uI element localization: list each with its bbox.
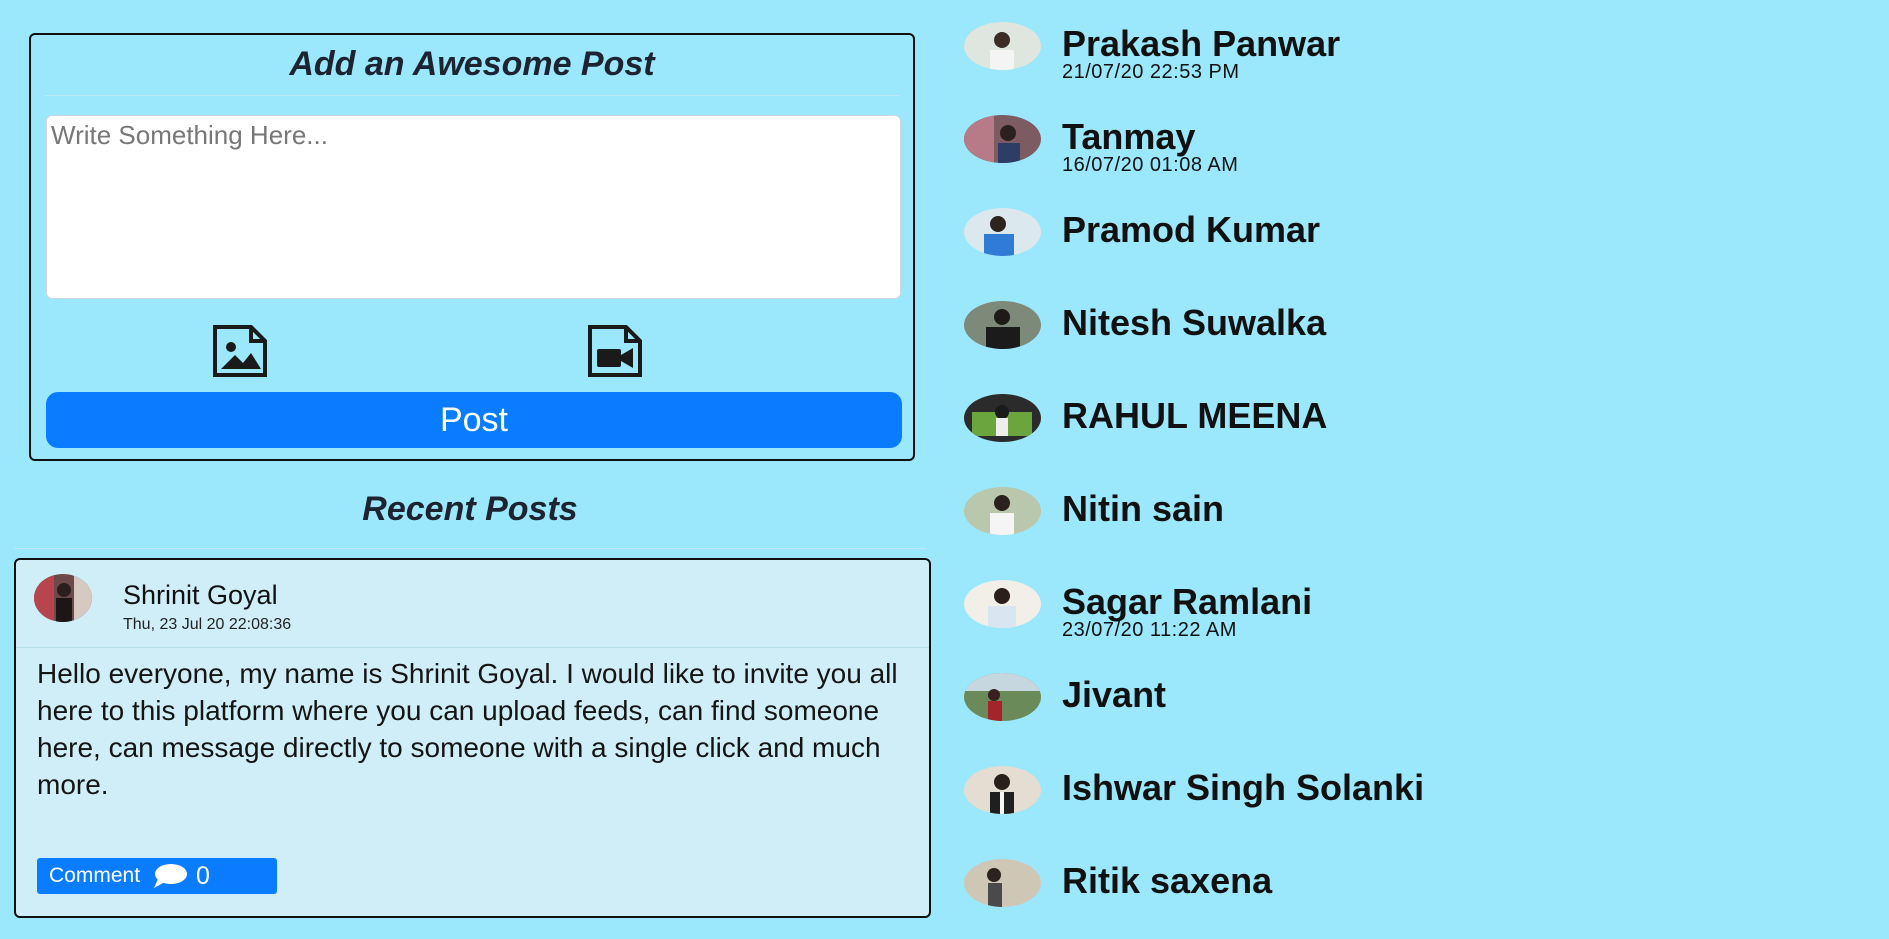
user-last-seen: 16/07/20 01:08 AM [1062, 154, 1239, 176]
user-name: Jivant [1062, 674, 1167, 715]
post-composer: Add an Awesome Post Post [29, 33, 915, 461]
user-item[interactable]: Ishwar Singh Solanki [960, 766, 1560, 846]
video-upload-button[interactable] [584, 325, 646, 377]
avatar [964, 766, 1041, 814]
recent-posts-heading: Recent Posts [362, 490, 578, 528]
avatar [964, 580, 1041, 628]
left-column: Add an Awesome Post Post Recent Posts [0, 0, 940, 918]
avatar [964, 208, 1041, 256]
avatar [964, 487, 1041, 535]
user-last-seen: 23/07/20 11:22 AM [1062, 619, 1237, 641]
divider [16, 647, 929, 648]
post-author[interactable]: Shrinit Goyal [123, 580, 278, 611]
user-list: Prakash Panwar 21/07/20 22:53 PM Tanmay … [960, 0, 1889, 907]
user-name: RAHUL MEENA [1062, 395, 1328, 436]
post-body: Hello everyone, my name is Shrinit Goyal… [37, 658, 898, 800]
user-name: Ishwar Singh Solanki [1062, 767, 1425, 808]
video-file-icon [588, 325, 642, 377]
divider [45, 95, 899, 96]
avatar[interactable] [34, 574, 92, 622]
user-item[interactable]: RAHUL MEENA [960, 394, 1560, 474]
user-item[interactable]: Tanmay 16/07/20 01:08 AM [960, 115, 1560, 195]
user-name: Tanmay [1062, 116, 1196, 157]
user-name: Nitesh Suwalka [1062, 302, 1327, 343]
user-item[interactable]: Pramod Kumar [960, 208, 1560, 288]
user-item[interactable]: Sagar Ramlani 23/07/20 11:22 AM [960, 580, 1560, 660]
comment-button[interactable]: Comment 0 [37, 858, 277, 894]
image-upload-button[interactable] [209, 325, 271, 377]
user-item[interactable]: Nitesh Suwalka [960, 301, 1560, 381]
avatar [964, 115, 1041, 163]
user-name: Nitin sain [1062, 488, 1225, 529]
user-last-seen: 21/07/20 22:53 PM [1062, 61, 1240, 83]
avatar [964, 301, 1041, 349]
avatar [964, 673, 1041, 721]
user-name: Sagar Ramlani [1062, 581, 1313, 622]
composer-title: Add an Awesome Post [289, 45, 655, 83]
image-file-icon [213, 325, 267, 377]
comment-count: 0 [196, 861, 210, 890]
post-card: Shrinit Goyal Thu, 23 Jul 20 22:08:36 He… [14, 558, 931, 918]
comment-label: Comment [49, 864, 141, 887]
user-item[interactable]: Prakash Panwar 21/07/20 22:53 PM [960, 22, 1560, 102]
user-item[interactable]: Ritik saxena [960, 859, 1560, 939]
user-item[interactable]: Nitin sain [960, 487, 1560, 567]
post-text-input[interactable] [46, 115, 901, 299]
user-name: Pramod Kumar [1062, 209, 1321, 250]
post-button[interactable]: Post [46, 392, 902, 448]
avatar [964, 22, 1041, 70]
comment-bubble-icon [154, 864, 188, 888]
user-name: Ritik saxena [1062, 860, 1273, 901]
user-name: Prakash Panwar [1062, 23, 1341, 64]
user-item[interactable]: Jivant [960, 673, 1560, 753]
post-timestamp: Thu, 23 Jul 20 22:08:36 [123, 616, 292, 633]
avatar [964, 394, 1041, 442]
divider [14, 548, 926, 549]
